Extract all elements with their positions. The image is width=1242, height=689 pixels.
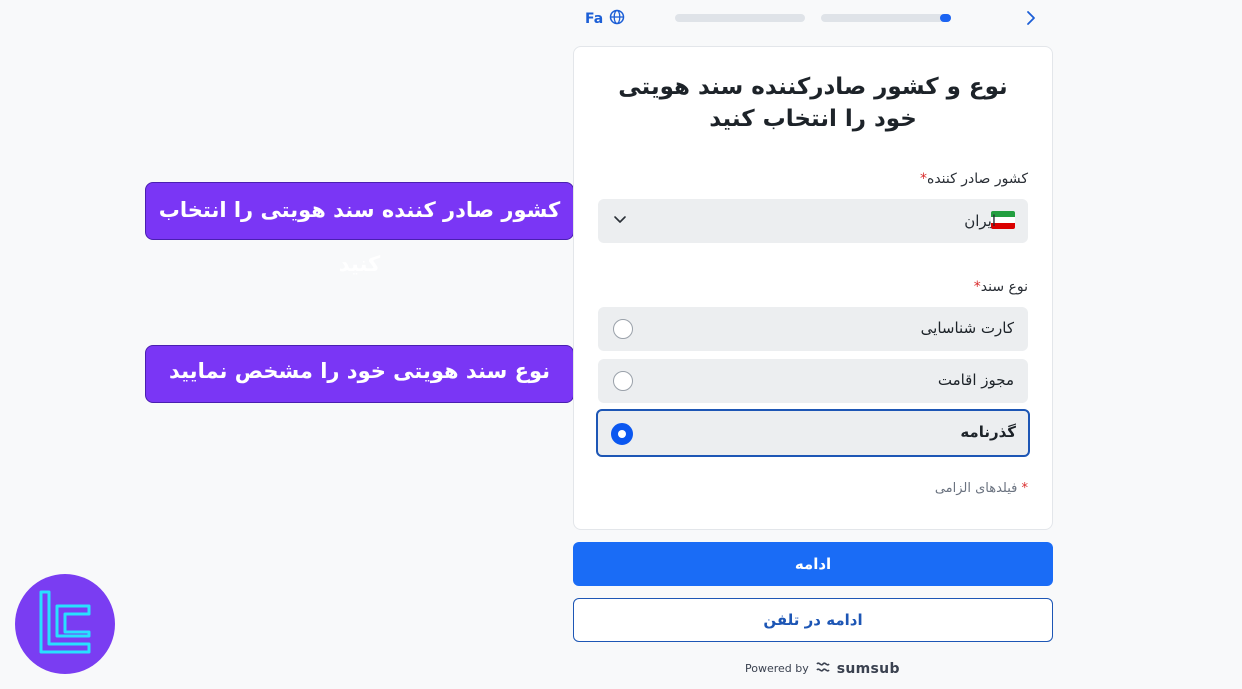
chevron-right-icon xyxy=(1027,11,1035,25)
watermark-logo xyxy=(15,574,115,674)
progress-step-1 xyxy=(675,14,805,22)
option-label: مجوز اقامت xyxy=(937,371,1014,389)
option-id-card[interactable]: کارت شناسایی xyxy=(598,307,1028,351)
language-label: Fa xyxy=(585,11,604,27)
country-select[interactable]: ایران xyxy=(598,199,1028,243)
required-asterisk: * xyxy=(973,279,981,295)
required-asterisk: * xyxy=(920,171,927,187)
option-residence-permit[interactable]: مجوز اقامت xyxy=(598,359,1028,403)
powered-by: Powered by sumsub xyxy=(745,660,900,677)
language-switcher[interactable]: Fa xyxy=(585,9,625,29)
progress-step-2 xyxy=(821,14,951,22)
sumsub-logo-icon xyxy=(815,660,831,677)
option-label: کارت شناسایی xyxy=(920,319,1014,337)
option-label: گذرنامه xyxy=(960,423,1016,441)
required-fields-note: * فیلدهای الزامی xyxy=(935,481,1028,496)
chevron-down-icon xyxy=(612,211,628,227)
top-bar: Fa xyxy=(0,0,1242,36)
progress-step-2-fill xyxy=(940,14,951,22)
continue-on-phone-button[interactable]: ادامه در تلفن xyxy=(573,598,1053,642)
country-label-row: کشور صادر کننده* xyxy=(920,171,1028,187)
powered-by-text: Powered by xyxy=(745,662,809,675)
continue-button[interactable]: ادامه xyxy=(573,542,1053,586)
country-select-value: ایران xyxy=(964,212,996,230)
radio-checked[interactable] xyxy=(611,423,633,445)
powered-by-brand: sumsub xyxy=(836,660,900,677)
doc-type-label-row: نوع سند* xyxy=(974,279,1028,295)
radio-unchecked[interactable] xyxy=(613,319,633,339)
globe-icon xyxy=(609,9,625,29)
country-label: کشور صادر کننده xyxy=(927,171,1028,187)
back-button[interactable] xyxy=(1023,8,1039,28)
doc-type-label: نوع سند xyxy=(980,279,1028,295)
required-note-text: فیلدهای الزامی xyxy=(934,481,1018,496)
required-asterisk: * xyxy=(1021,481,1029,496)
callout-country: کشور صادر کننده سند هویتی را انتخاب کنید xyxy=(145,182,574,276)
radio-unchecked[interactable] xyxy=(613,371,633,391)
brand-logo-icon xyxy=(39,590,91,654)
page-title: نوع و کشور صادرکننده سند هویتی خود را ان… xyxy=(618,74,1008,132)
option-passport[interactable]: گذرنامه xyxy=(596,409,1030,457)
callout-doc-type: نوع سند هویتی خود را مشخص نمایید xyxy=(145,345,574,403)
document-selection-card: نوع و کشور صادرکننده سند هویتی خود را ان… xyxy=(573,46,1053,530)
